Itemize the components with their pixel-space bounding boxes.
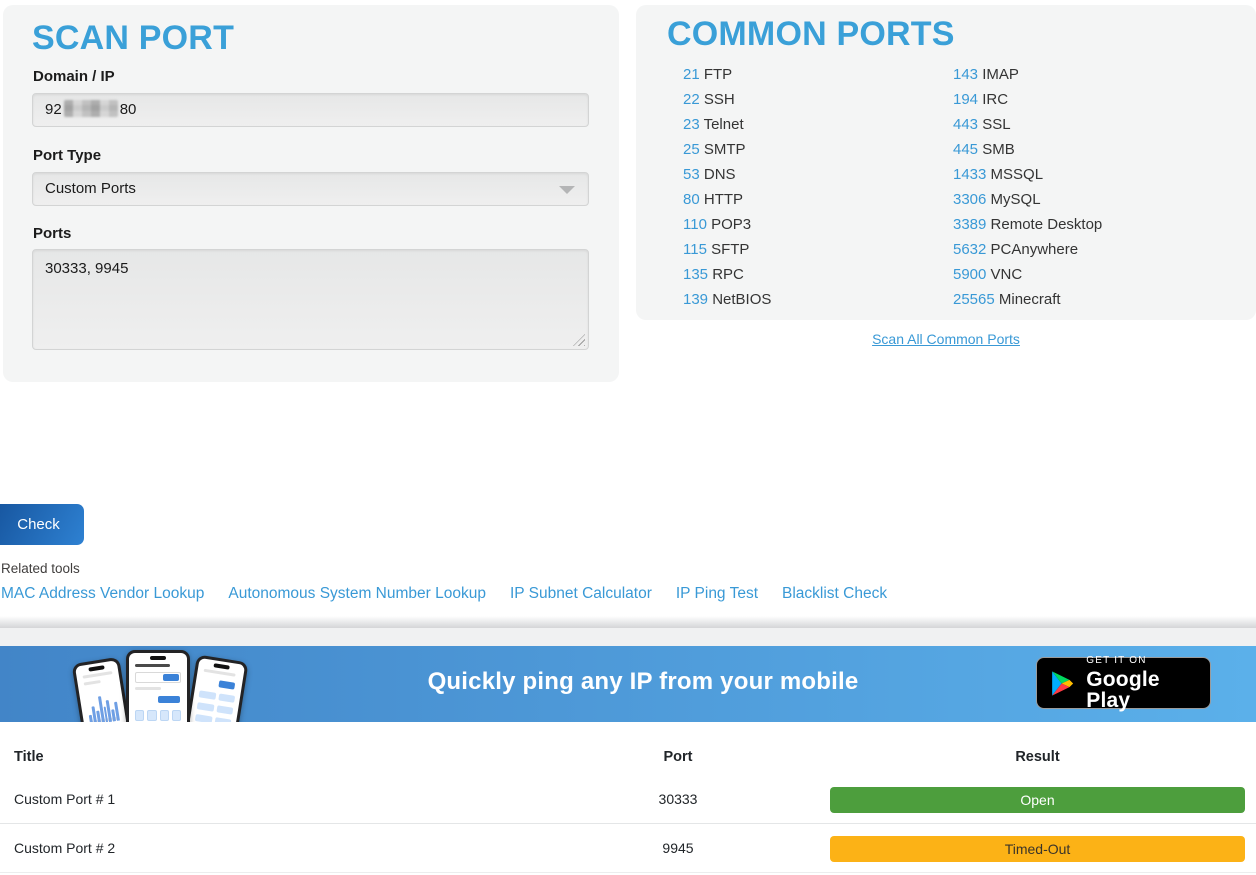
- table-row: Custom Port # 2 9945 Timed-Out: [0, 823, 1256, 873]
- common-port-link[interactable]: 135 RPC: [683, 262, 771, 287]
- related-tool-link[interactable]: MAC Address Vendor Lookup: [1, 585, 204, 603]
- common-port-link[interactable]: 3389 Remote Desktop: [953, 212, 1102, 237]
- scan-all-common-ports-link[interactable]: Scan All Common Ports: [872, 331, 1020, 347]
- related-tools-links: MAC Address Vendor Lookup Autonomous Syst…: [1, 585, 887, 603]
- related-tool-link[interactable]: IP Ping Test: [676, 585, 758, 603]
- table-header-port: Port: [578, 749, 778, 765]
- ports-value: 30333, 9945: [45, 260, 128, 277]
- check-button[interactable]: Check: [0, 504, 84, 545]
- google-play-line1: GET IT ON: [1086, 656, 1198, 666]
- domain-ip-value-prefix: 92: [45, 101, 62, 118]
- phone-mockup-left: [72, 657, 133, 722]
- common-port-link[interactable]: 3306 MySQL: [953, 187, 1102, 212]
- redacted-ip-segment: [64, 100, 118, 117]
- port-type-select[interactable]: Custom Ports: [32, 172, 589, 206]
- common-port-link[interactable]: 443 SSL: [953, 112, 1102, 137]
- common-ports-col-2: 143 IMAP194 IRC443 SSL445 SMB1433 MSSQL3…: [953, 62, 1102, 312]
- domain-ip-input[interactable]: 92 80: [32, 93, 589, 127]
- result-title: Custom Port # 2: [14, 840, 115, 856]
- resize-handle-icon[interactable]: [573, 334, 585, 346]
- related-tool-link[interactable]: Autonomous System Number Lookup: [228, 585, 486, 603]
- common-port-link[interactable]: 22 SSH: [683, 87, 771, 112]
- page-title: SCAN PORT: [32, 19, 234, 58]
- ports-textarea[interactable]: 30333, 9945: [32, 249, 589, 350]
- result-port: 30333: [578, 791, 778, 807]
- common-port-link[interactable]: 1433 MSSQL: [953, 162, 1102, 187]
- table-row: Custom Port # 1 30333 Open: [0, 775, 1256, 823]
- common-port-link[interactable]: 445 SMB: [953, 137, 1102, 162]
- related-tool-link[interactable]: Blacklist Check: [782, 585, 887, 603]
- phone-mockup-right: [183, 654, 248, 722]
- google-play-icon: [1049, 668, 1075, 699]
- related-tool-link[interactable]: IP Subnet Calculator: [510, 585, 652, 603]
- common-port-link[interactable]: 5900 VNC: [953, 262, 1102, 287]
- results-body: Custom Port # 1 30333 Open Custom Port # 2 9…: [0, 775, 1256, 873]
- common-port-link[interactable]: 53 DNS: [683, 162, 771, 187]
- result-port: 9945: [578, 840, 778, 856]
- common-ports-col-1: 21 FTP22 SSH23 Telnet25 SMTP53 DNS80 HTT…: [683, 62, 771, 312]
- port-type-label: Port Type: [33, 147, 101, 164]
- common-port-link[interactable]: 115 SFTP: [683, 237, 771, 262]
- mobile-app-banner: Quickly ping any IP from your mobile GET…: [0, 646, 1256, 722]
- mini-tool-icons: [135, 710, 181, 721]
- status-badge: Timed-Out: [830, 836, 1245, 862]
- google-play-line2: Google Play: [1086, 669, 1198, 711]
- ports-label: Ports: [33, 225, 71, 242]
- common-port-link[interactable]: 25565 Minecraft: [953, 287, 1102, 312]
- common-ports-title: COMMON PORTS: [667, 15, 955, 54]
- google-play-badge[interactable]: GET IT ON Google Play: [1036, 657, 1211, 709]
- table-header-result: Result: [830, 749, 1245, 765]
- common-port-link[interactable]: 21 FTP: [683, 62, 771, 87]
- common-port-link[interactable]: 80 HTTP: [683, 187, 771, 212]
- domain-ip-label: Domain / IP: [33, 68, 115, 85]
- section-divider: [0, 628, 1256, 646]
- domain-ip-value-suffix: 80: [120, 101, 137, 118]
- scan-all-wrapper: Scan All Common Ports: [636, 331, 1256, 349]
- google-play-text: GET IT ON Google Play: [1086, 656, 1198, 711]
- common-port-link[interactable]: 143 IMAP: [953, 62, 1102, 87]
- table-header-title: Title: [14, 749, 44, 765]
- chevron-down-icon: [559, 186, 575, 194]
- common-port-link[interactable]: 5632 PCAnywhere: [953, 237, 1102, 262]
- phone-mockups: [78, 648, 250, 722]
- common-port-link[interactable]: 25 SMTP: [683, 137, 771, 162]
- mini-bar-chart: [86, 691, 120, 722]
- common-port-link[interactable]: 110 POP3: [683, 212, 771, 237]
- common-port-link[interactable]: 194 IRC: [953, 87, 1102, 112]
- result-title: Custom Port # 1: [14, 791, 115, 807]
- section-divider-shadow: [0, 616, 1256, 628]
- related-tools-label: Related tools: [1, 561, 80, 576]
- common-ports-panel: COMMON PORTS 21 FTP22 SSH23 Telnet25 SMT…: [636, 5, 1256, 320]
- port-type-selected-value: Custom Ports: [45, 180, 136, 197]
- phone-mockup-center: [126, 650, 190, 722]
- common-port-link[interactable]: 139 NetBIOS: [683, 287, 771, 312]
- scan-port-page: SCAN PORT Domain / IP 92 80 Port Type Cus…: [0, 0, 1256, 875]
- common-port-link[interactable]: 23 Telnet: [683, 112, 771, 137]
- scan-port-panel: SCAN PORT Domain / IP 92 80 Port Type Cus…: [3, 5, 619, 382]
- status-badge: Open: [830, 787, 1245, 813]
